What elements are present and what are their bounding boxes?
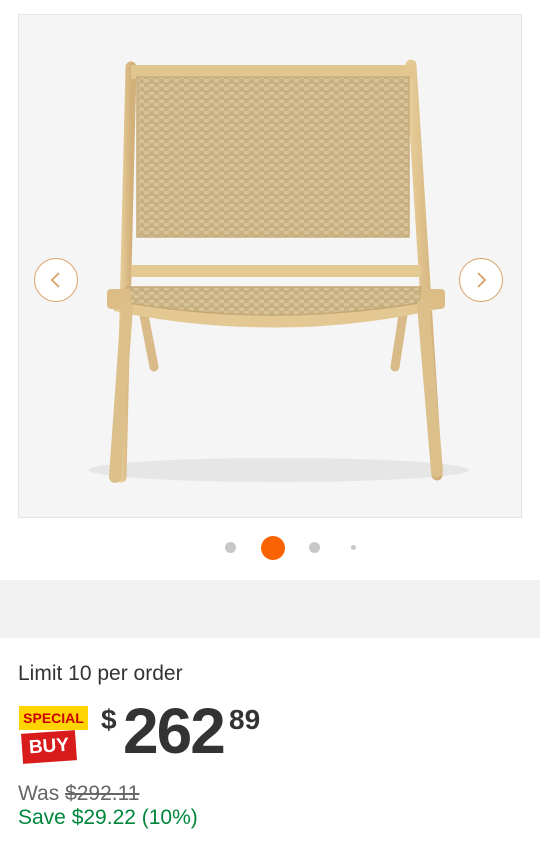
next-image-button[interactable] <box>459 258 503 302</box>
was-label: Was <box>18 782 60 805</box>
badge-top-text: SPECIAL <box>19 706 88 730</box>
pagination-dot-1[interactable] <box>225 542 236 553</box>
image-pagination-dots <box>0 536 540 560</box>
chevron-left-icon <box>50 272 60 288</box>
chevron-right-icon <box>477 272 487 288</box>
special-buy-badge: SPECIAL BUY <box>19 706 88 764</box>
was-price: $292.11 <box>65 782 140 805</box>
pagination-dot-4[interactable] <box>351 545 356 550</box>
product-image-gallery[interactable] <box>18 14 522 518</box>
section-divider <box>0 580 540 638</box>
was-price-line: Was $292.11 <box>18 782 139 806</box>
price-dollars: 262 <box>123 695 226 767</box>
price-cents: 89 <box>229 704 261 735</box>
currency-symbol: $ <box>101 704 117 735</box>
previous-image-button[interactable] <box>34 258 78 302</box>
badge-bottom-text: BUY <box>21 730 77 764</box>
pagination-dot-3[interactable] <box>309 542 320 553</box>
pagination-dot-2-active[interactable] <box>261 536 285 560</box>
product-image[interactable] <box>19 15 521 517</box>
savings-text: Save $29.22 (10%) <box>18 806 198 829</box>
order-limit-text: Limit 10 per order <box>18 662 183 685</box>
product-page: Limit 10 per order SPECIAL BUY $ 262 89 … <box>0 0 540 858</box>
